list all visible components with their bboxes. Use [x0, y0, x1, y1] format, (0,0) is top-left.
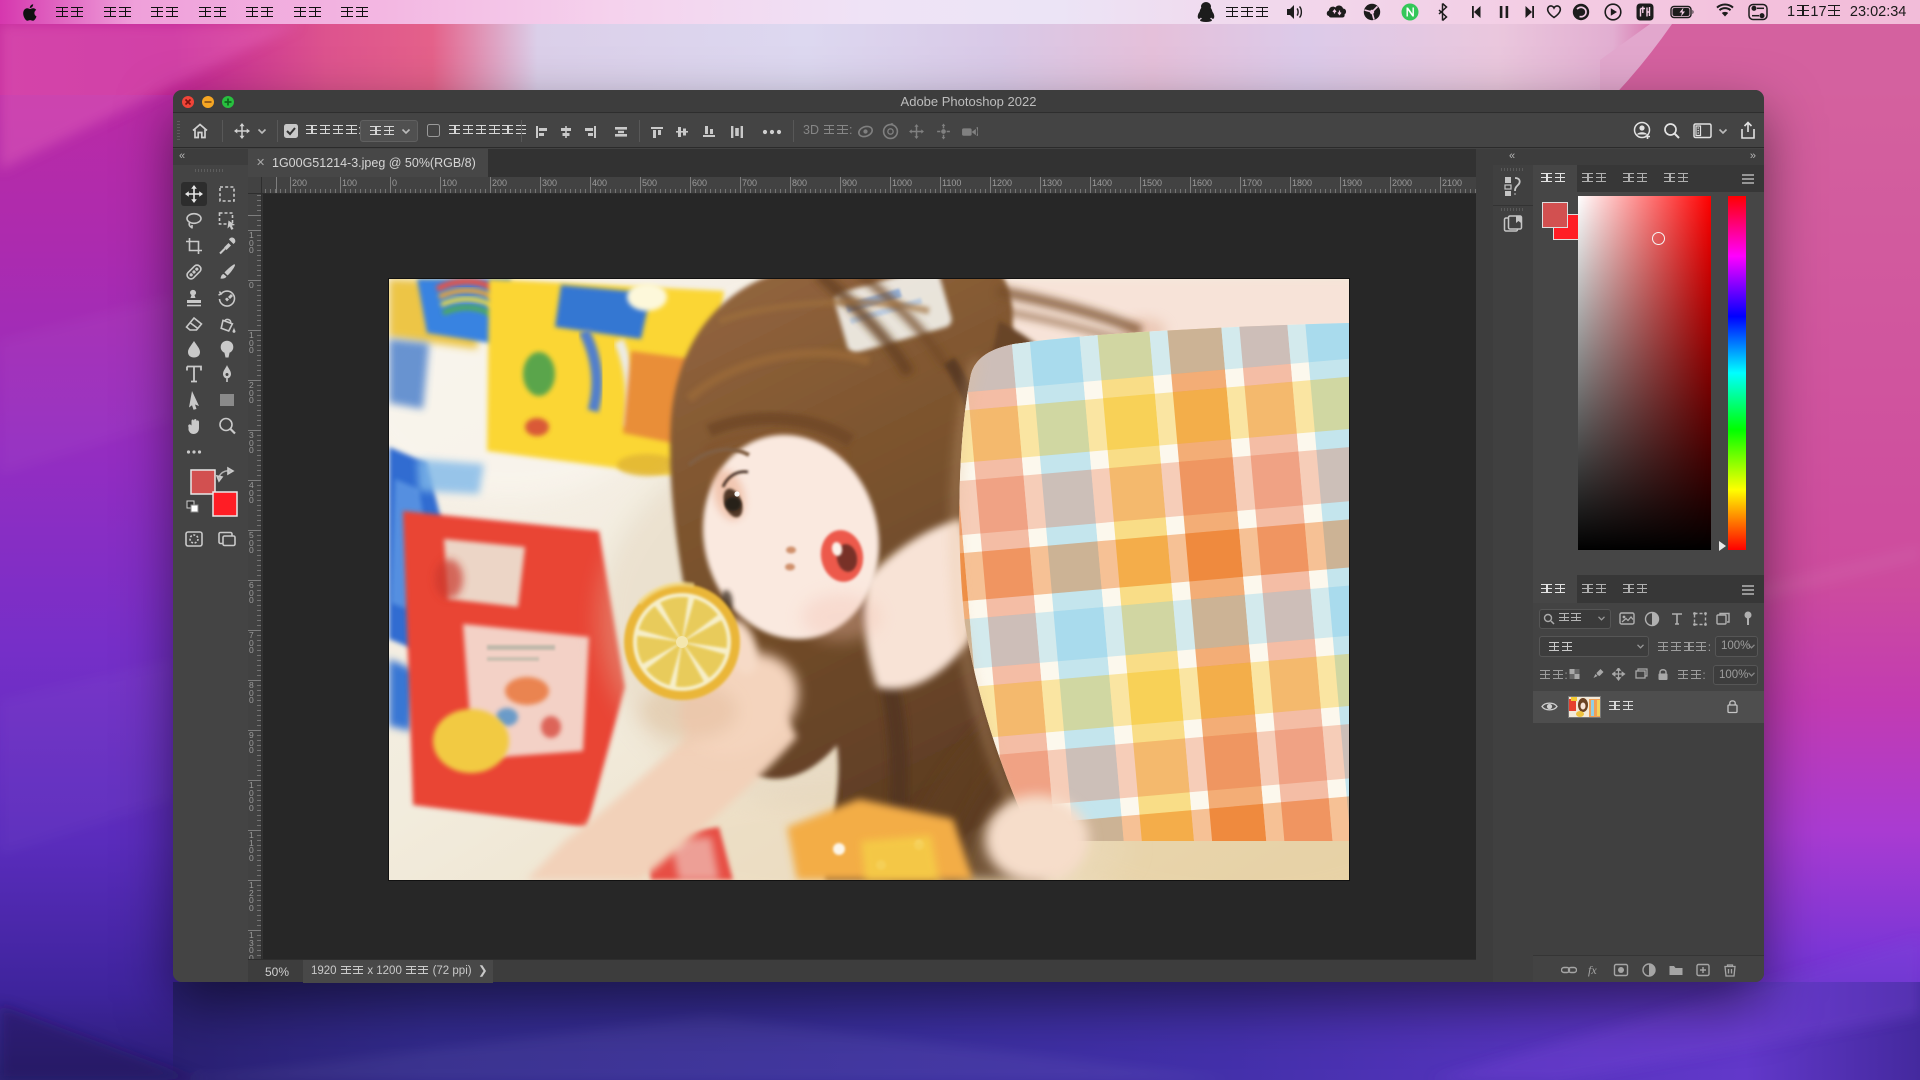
svg-text:fx: fx: [1588, 963, 1597, 977]
